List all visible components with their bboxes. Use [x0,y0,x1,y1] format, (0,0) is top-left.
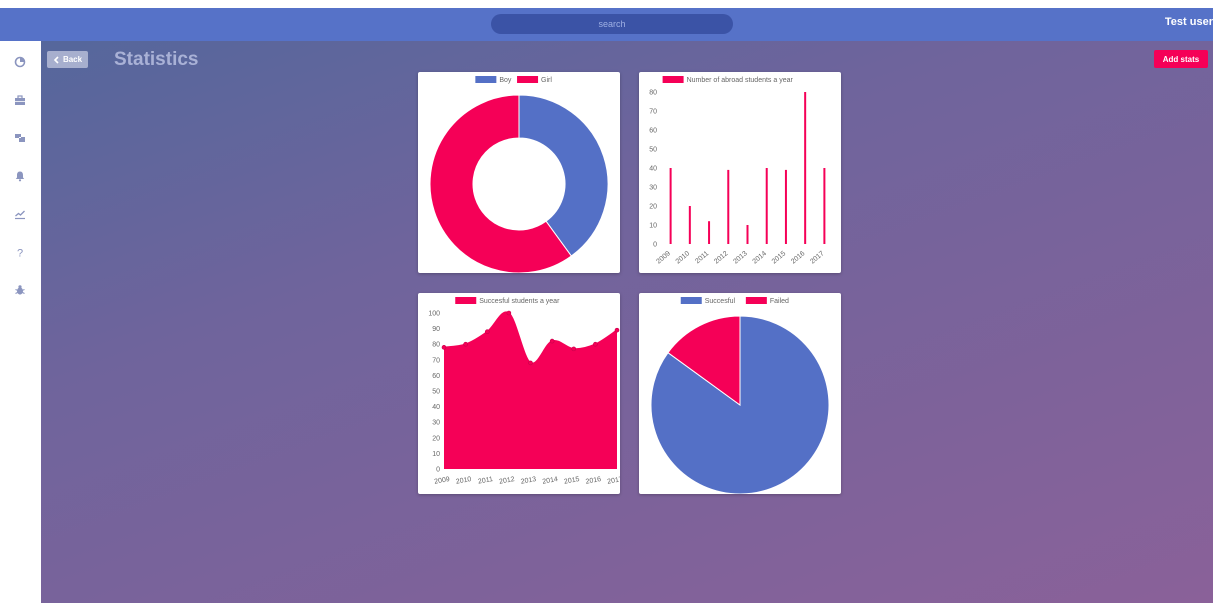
x-tick-label: 2011 [478,476,494,486]
data-point [506,310,512,316]
data-point [441,345,447,350]
x-tick-label: 2013 [732,250,749,265]
legend-swatch [680,297,702,304]
data-point [549,338,555,344]
x-tick-label: 2010 [455,476,472,486]
svg-text:?: ? [17,248,23,259]
y-tick-label: 10 [649,223,657,230]
success-rate-pie-chart: Succesful Failed [650,297,830,494]
y-tick-label: 40 [649,166,657,173]
y-tick-label: 30 [432,420,440,427]
legend-swatch [475,76,497,83]
gender-donut-card: Boy Girl [418,72,620,273]
x-tick-label: 2017 [607,476,620,486]
y-tick-label: 10 [432,451,440,458]
bug-icon[interactable] [13,283,27,297]
x-tick-label: 2012 [713,250,730,265]
y-tick-label: 60 [649,128,657,135]
y-tick-label: 50 [649,147,657,154]
y-tick-label: 70 [432,357,440,364]
user-name[interactable]: Test user [1165,16,1213,28]
bar [688,206,691,244]
legend-label: Succesful [705,298,736,305]
y-tick-label: 20 [649,204,657,211]
y-tick-label: 40 [432,404,440,411]
main-content: Back Statistics Add stats Boy Girl Number… [41,41,1213,603]
data-point [463,341,468,347]
bar [784,169,787,244]
top-app-bar: Test user [0,8,1213,41]
x-tick-label: 2016 [790,250,807,265]
add-stats-button[interactable]: Add stats [1154,50,1208,68]
help-icon[interactable]: ? [13,245,27,259]
data-point [593,341,598,347]
x-tick-label: 2016 [585,476,602,486]
legend-label: Succesful students a year [479,298,560,305]
legend-label: Boy [499,77,512,84]
x-tick-label: 2011 [694,250,710,265]
legend-swatch [745,297,767,304]
legend-swatch [662,76,684,83]
succesful-students-card: Succesful students a year 0 10 20 30 40 50 60 70… [418,293,620,494]
y-tick-label: 20 [432,435,440,442]
y-tick-label: 100 [428,311,440,318]
bar [765,168,768,244]
y-tick-label: 0 [436,467,440,474]
abroad-students-card: Number of abroad students a year 0 10 20 30 4… [639,72,841,273]
succesful-students-area-chart: Succesful students a year 0 10 20 30 40 50 60 70… [428,297,620,486]
x-tick-label: 2009 [434,476,451,486]
messages-icon[interactable] [13,131,27,145]
bell-icon[interactable] [13,169,27,183]
back-label: Back [62,55,83,64]
area-fill [444,312,617,469]
abroad-students-bar-chart: Number of abroad students a year 0 10 20 30 4… [649,76,826,266]
legend-label: Number of abroad students a year [687,77,794,84]
y-tick-label: 70 [649,109,657,116]
search-input[interactable] [491,14,733,34]
success-rate-card: Succesful Failed [639,293,841,494]
y-tick-label: 60 [432,373,440,380]
x-tick-label: 2014 [542,476,559,486]
page-title: Statistics [114,49,199,70]
sidebar: ? [0,41,41,603]
bar [804,92,807,244]
data-point [614,327,620,333]
data-point [528,360,533,366]
legend-label: Failed [770,298,789,305]
x-tick-label: 2017 [809,250,826,265]
y-tick-label: 90 [432,326,440,333]
legend-label: Girl [541,77,552,84]
y-tick-label: 0 [653,242,657,249]
bar [727,169,730,244]
trending-icon[interactable] [13,207,27,221]
bar [669,168,672,244]
x-tick-label: 2010 [675,250,692,265]
bar [708,221,711,244]
back-button[interactable]: Back [47,51,88,68]
dashboard-icon[interactable] [13,55,27,69]
x-tick-label: 2014 [752,250,769,265]
bar [823,168,826,244]
y-tick-label: 80 [432,342,440,349]
y-tick-label: 30 [649,185,657,192]
x-tick-label: 2015 [564,476,581,486]
data-point [484,329,490,335]
legend-swatch [455,297,477,304]
briefcase-icon[interactable] [13,93,27,107]
x-tick-label: 2009 [655,250,672,265]
legend-swatch [517,76,539,83]
x-tick-label: 2015 [771,250,788,265]
y-tick-label: 50 [432,389,440,396]
data-point [571,346,577,352]
x-tick-label: 2013 [520,476,537,486]
chevron-left-icon [53,55,59,64]
x-tick-label: 2012 [499,476,516,486]
bar [746,225,749,244]
gender-donut-chart: Boy Girl [429,76,609,273]
y-tick-label: 80 [649,90,657,97]
